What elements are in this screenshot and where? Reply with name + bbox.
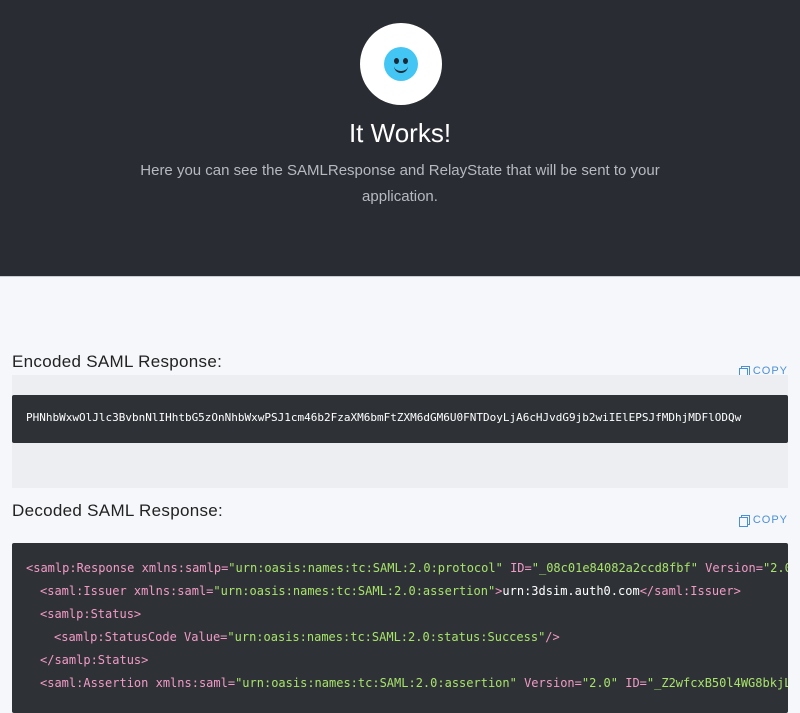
avatar [360, 23, 442, 105]
decoded-response-label: Decoded SAML Response: [12, 501, 224, 520]
hero-header: It Works! Here you can see the SAMLRespo… [0, 0, 800, 277]
decoded-response-box[interactable]: <samlp:Response xmlns:samlp="urn:oasis:n… [12, 543, 788, 713]
smiley-face-icon [384, 47, 418, 81]
code-line-statuscode: <samlp:StatusCode Value="urn:oasis:names… [54, 630, 560, 644]
encoded-response-box[interactable]: PHNhbWxwOlJlc3BvbnNlIHhtbG5zOnNhbWxwPSJ1… [12, 395, 788, 443]
copy-icon [738, 514, 750, 527]
code-line-status-open: <samlp:Status> [40, 607, 142, 621]
copy-decoded-button[interactable]: COPY [738, 514, 788, 527]
encoded-response-panel: PHNhbWxwOlJlc3BvbnNlIHhtbG5zOnNhbWxwPSJ1… [12, 375, 788, 488]
code-line-response: <samlp:Response xmlns:samlp="urn:oasis:n… [26, 561, 788, 575]
copy-label: COPY [752, 514, 788, 526]
code-line-issuer: <saml:Issuer xmlns:saml="urn:oasis:names… [40, 584, 741, 598]
page-title: It Works! [348, 118, 452, 148]
code-line-status-close: </samlp:Status> [40, 653, 149, 667]
page-subtitle: Here you can see the SAMLResponse and Re… [140, 162, 660, 205]
encoded-response-value: PHNhbWxwOlJlc3BvbnNlIHhtbG5zOnNhbWxwPSJ1… [26, 411, 742, 424]
encoded-response-label: Encoded SAML Response: [12, 352, 223, 371]
code-line-assertion: <saml:Assertion xmlns:saml="urn:oasis:na… [40, 676, 788, 690]
